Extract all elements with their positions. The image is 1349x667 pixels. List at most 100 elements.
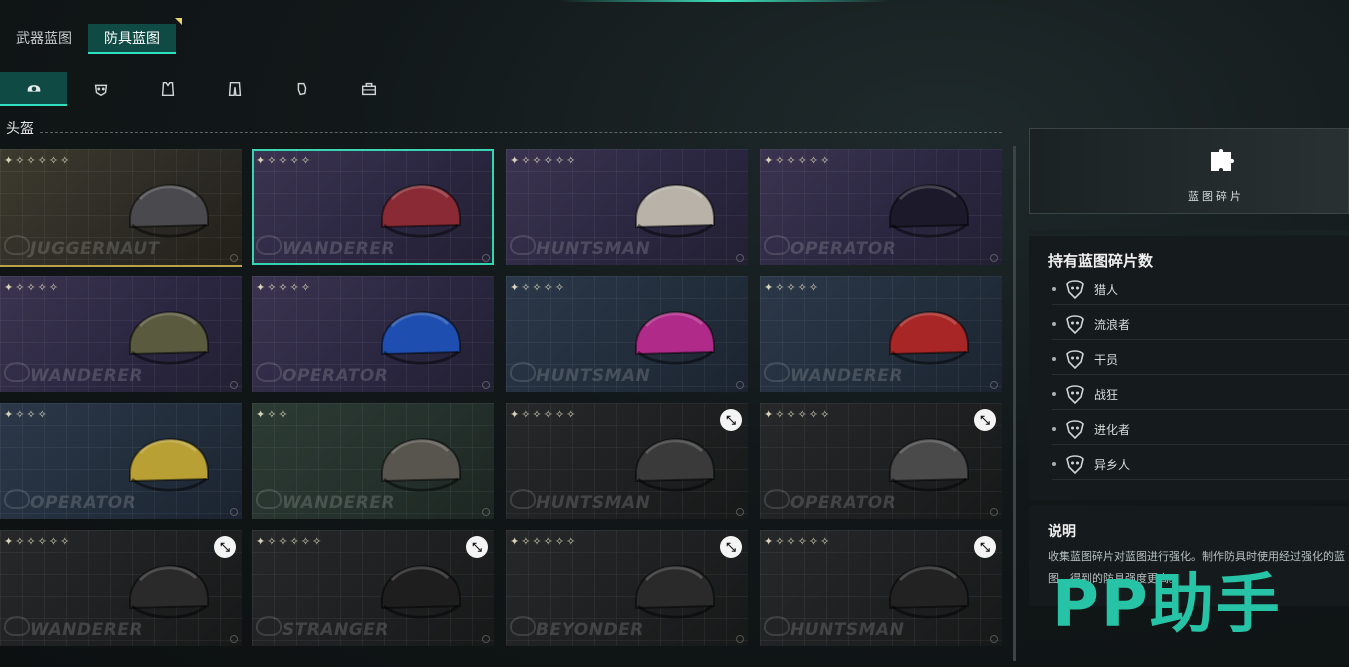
panel-divider-strip [1029,230,1349,235]
faction-emblem-icon [256,616,282,636]
new-marker-icon [175,18,182,25]
tab-armor-blueprints[interactable]: 防具蓝图 [88,18,182,54]
tab-weapon-blueprints[interactable]: 武器蓝图 [0,24,88,54]
card-corner-icon [990,635,998,643]
category-gloves[interactable] [268,72,335,106]
bullet-dot [1052,322,1056,326]
locked-badge-icon: ⤡ [974,536,996,558]
blueprint-faction-name: HUNTSMAN [536,239,651,259]
card-corner-icon [990,508,998,516]
category-armor-vest[interactable] [134,72,201,106]
helmet-item-image [128,565,209,619]
blueprint-card[interactable]: ✦✧✧✧✧ HUNTSMAN [506,276,748,392]
blueprint-card[interactable]: ✦✧✧✧✧✧ OPERATOR ⤡ [760,403,1002,519]
blueprint-card[interactable]: ✦✧✧✧✧✧ WANDERER ⤡ [0,530,242,646]
category-helmet[interactable] [0,72,67,106]
helmet-item-image [634,438,715,492]
rarity-stars: ✦✧✧✧✧ [256,154,313,167]
pp-assistant-watermark: PP助手 [1052,568,1282,642]
blueprint-card[interactable]: ✦✧✧✧✧✧ HUNTSMAN [506,149,748,265]
blueprint-card[interactable]: ✦✧✧✧✧✧ HUNTSMAN ⤡ [760,530,1002,646]
helmet-item-image [888,184,969,238]
locked-badge-icon: ⤡ [720,409,742,431]
rarity-stars: ✦✧✧ [256,408,290,421]
category-backpack[interactable] [335,72,402,106]
blueprint-card[interactable]: ✦✧✧✧✧✧ JUGGERNAUT [0,149,242,267]
blueprint-card[interactable]: ✦✧✧✧✧ WANDERER [760,276,1002,392]
blueprint-faction-name: OPERATOR [30,493,137,513]
faction-emblem-icon [510,489,536,509]
faction-row: 进化者 [1052,414,1349,445]
card-corner-icon [230,635,238,643]
card-corner-icon [482,381,490,389]
helmet-item-image [634,565,715,619]
card-corner-icon [230,381,238,389]
rarity-stars: ✦✧✧✧✧✧ [764,408,832,421]
operator-faction-icon [1066,350,1084,370]
blueprint-card[interactable]: ✦✧✧✧✧✧ HUNTSMAN ⤡ [506,403,748,519]
section-divider [40,132,1002,133]
blueprint-faction-name: JUGGERNAUT [30,239,160,259]
rarity-stars: ✦✧✧✧✧ [510,281,567,294]
stranger-faction-icon [1066,455,1084,475]
helmet-item-image [380,438,461,492]
faction-name: 进化者 [1094,422,1131,437]
rarity-stars: ✦✧✧✧✧✧ [764,535,832,548]
wanderer-faction-icon [1066,315,1084,335]
blueprint-card[interactable]: ✦✧✧✧ OPERATOR [0,403,242,519]
category-pants[interactable] [201,72,268,106]
blueprint-faction-name: OPERATOR [790,239,897,259]
helmet-item-image [888,565,969,619]
card-corner-icon [736,381,744,389]
faction-emblem-icon [510,362,536,382]
faction-emblem-icon [4,362,30,382]
blueprint-card[interactable]: ✦✧✧ WANDERER [252,403,494,519]
bullet-dot [1052,287,1056,291]
scrollbar-thumb[interactable] [1013,146,1016,661]
fragment-count-title: 持有蓝图碎片数 [1048,252,1154,270]
faction-name: 流浪者 [1094,317,1131,332]
blueprint-card[interactable]: ✦✧✧✧✧ OPERATOR [252,276,494,392]
bullet-dot [1052,392,1056,396]
faction-emblem-icon [256,362,282,382]
blueprint-faction-name: HUNTSMAN [790,620,905,640]
faction-row: 流浪者 [1052,309,1349,340]
locked-badge-icon: ⤡ [974,409,996,431]
blueprint-card[interactable]: ✦✧✧✧✧✧ BEYONDER ⤡ [506,530,748,646]
bullet-dot [1052,462,1056,466]
helmet-item-image [634,184,715,238]
blueprint-faction-name: OPERATOR [282,366,389,386]
blueprint-faction-name: OPERATOR [790,493,897,513]
blueprint-card[interactable]: ✦✧✧✧✧ WANDERER [252,149,494,265]
helmet-item-image [888,438,969,492]
helmet-item-image [128,311,209,365]
helmet-item-image [634,311,715,365]
blueprint-tabs: 武器蓝图 防具蓝图 [0,18,182,54]
locked-badge-icon: ⤡ [720,536,742,558]
blueprint-faction-name: WANDERER [30,620,144,640]
tab-label: 防具蓝图 [104,31,160,47]
blueprint-faction-name: HUNTSMAN [536,366,651,386]
locked-badge-icon: ⤡ [466,536,488,558]
rarity-stars: ✦✧✧✧✧✧ [510,535,578,548]
faction-row: 战狂 [1052,379,1349,410]
category-mask[interactable] [67,72,134,106]
blueprint-card[interactable]: ✦✧✧✧✧✧ STRANGER ⤡ [252,530,494,646]
faction-emblem-icon [256,235,282,255]
helmet-item-image [888,311,969,365]
card-corner-icon [990,254,998,262]
faction-emblem-icon [4,489,30,509]
rarity-stars: ✦✧✧✧✧✧ [4,154,72,167]
blueprint-faction-name: WANDERER [30,366,144,386]
gloves-icon [297,82,306,96]
rarity-stars: ✦✧✧✧✧ [764,281,821,294]
grid-scrollbar[interactable] [1013,146,1016,661]
blueprint-card[interactable]: ✦✧✧✧✧✧ OPERATOR [760,149,1002,265]
juggernaut-faction-icon [1066,385,1084,405]
card-corner-icon [736,508,744,516]
description-title: 说明 [1048,524,1076,540]
faction-name: 战狂 [1094,387,1119,402]
blueprint-faction-name: STRANGER [282,620,389,640]
faction-emblem-icon [764,489,790,509]
blueprint-card[interactable]: ✦✧✧✧✧ WANDERER [0,276,242,392]
